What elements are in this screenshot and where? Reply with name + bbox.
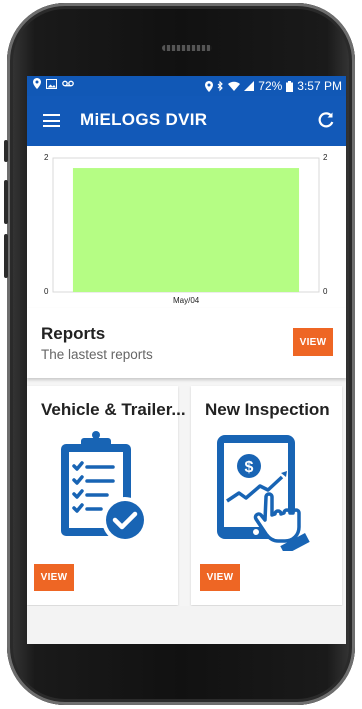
tablet-dollar-touch-icon: $ xyxy=(217,435,310,551)
reports-subtitle: The lastest reports xyxy=(41,347,153,362)
phone-side-button xyxy=(4,140,8,162)
wifi-icon xyxy=(228,81,241,91)
bottom-spacer xyxy=(27,606,346,644)
x-tick-label: May/04 xyxy=(173,296,200,305)
app-title: MiELOGS DVIR xyxy=(80,110,208,129)
status-bar: 72% 3:57 PM xyxy=(27,76,346,96)
phone-volume-button xyxy=(4,234,8,278)
image-icon xyxy=(46,78,57,89)
clock: 3:57 PM xyxy=(297,79,342,93)
y-tick-left-bottom: 0 xyxy=(44,287,49,296)
y-tick-left-top: 2 xyxy=(44,153,49,162)
bluetooth-icon xyxy=(217,80,224,91)
app-screen: 72% 3:57 PM MiELOGS DVIR 2 0 2 0 May/04 … xyxy=(27,76,346,644)
battery-icon xyxy=(286,80,294,92)
chart-bar xyxy=(72,168,300,292)
phone-speaker xyxy=(162,45,212,51)
signal-icon xyxy=(244,81,255,91)
reports-view-button[interactable]: VIEW xyxy=(293,328,333,356)
y-tick-right-bottom: 0 xyxy=(323,287,328,296)
refresh-icon[interactable] xyxy=(317,111,335,129)
reports-title: Reports xyxy=(41,324,106,343)
vehicle-trailer-tile[interactable]: Vehicle & Trailer... VIEW xyxy=(27,386,186,605)
voicemail-icon xyxy=(62,80,74,87)
location-pin-icon xyxy=(33,78,41,89)
checklist-clipboard-icon xyxy=(61,431,148,543)
tile-title: New Inspection xyxy=(205,400,330,419)
y-tick-right-top: 2 xyxy=(323,153,328,162)
new-inspection-tile[interactable]: New Inspection $ VIEW xyxy=(191,386,342,605)
menu-icon[interactable] xyxy=(43,114,60,127)
vehicle-trailer-view-button[interactable]: VIEW xyxy=(34,564,74,591)
svg-text:$: $ xyxy=(245,459,254,476)
reports-chart: 2 0 2 0 May/04 xyxy=(27,146,346,308)
location-pin-icon xyxy=(205,80,214,92)
new-inspection-view-button[interactable]: VIEW xyxy=(200,564,240,591)
app-bar: MiELOGS DVIR xyxy=(27,96,346,146)
tile-title: Vehicle & Trailer... xyxy=(41,400,186,419)
battery-percent: 72% xyxy=(258,79,283,93)
bar-chart xyxy=(52,157,320,293)
phone-volume-button xyxy=(4,180,8,224)
reports-card: Reports The lastest reports VIEW xyxy=(27,308,346,378)
